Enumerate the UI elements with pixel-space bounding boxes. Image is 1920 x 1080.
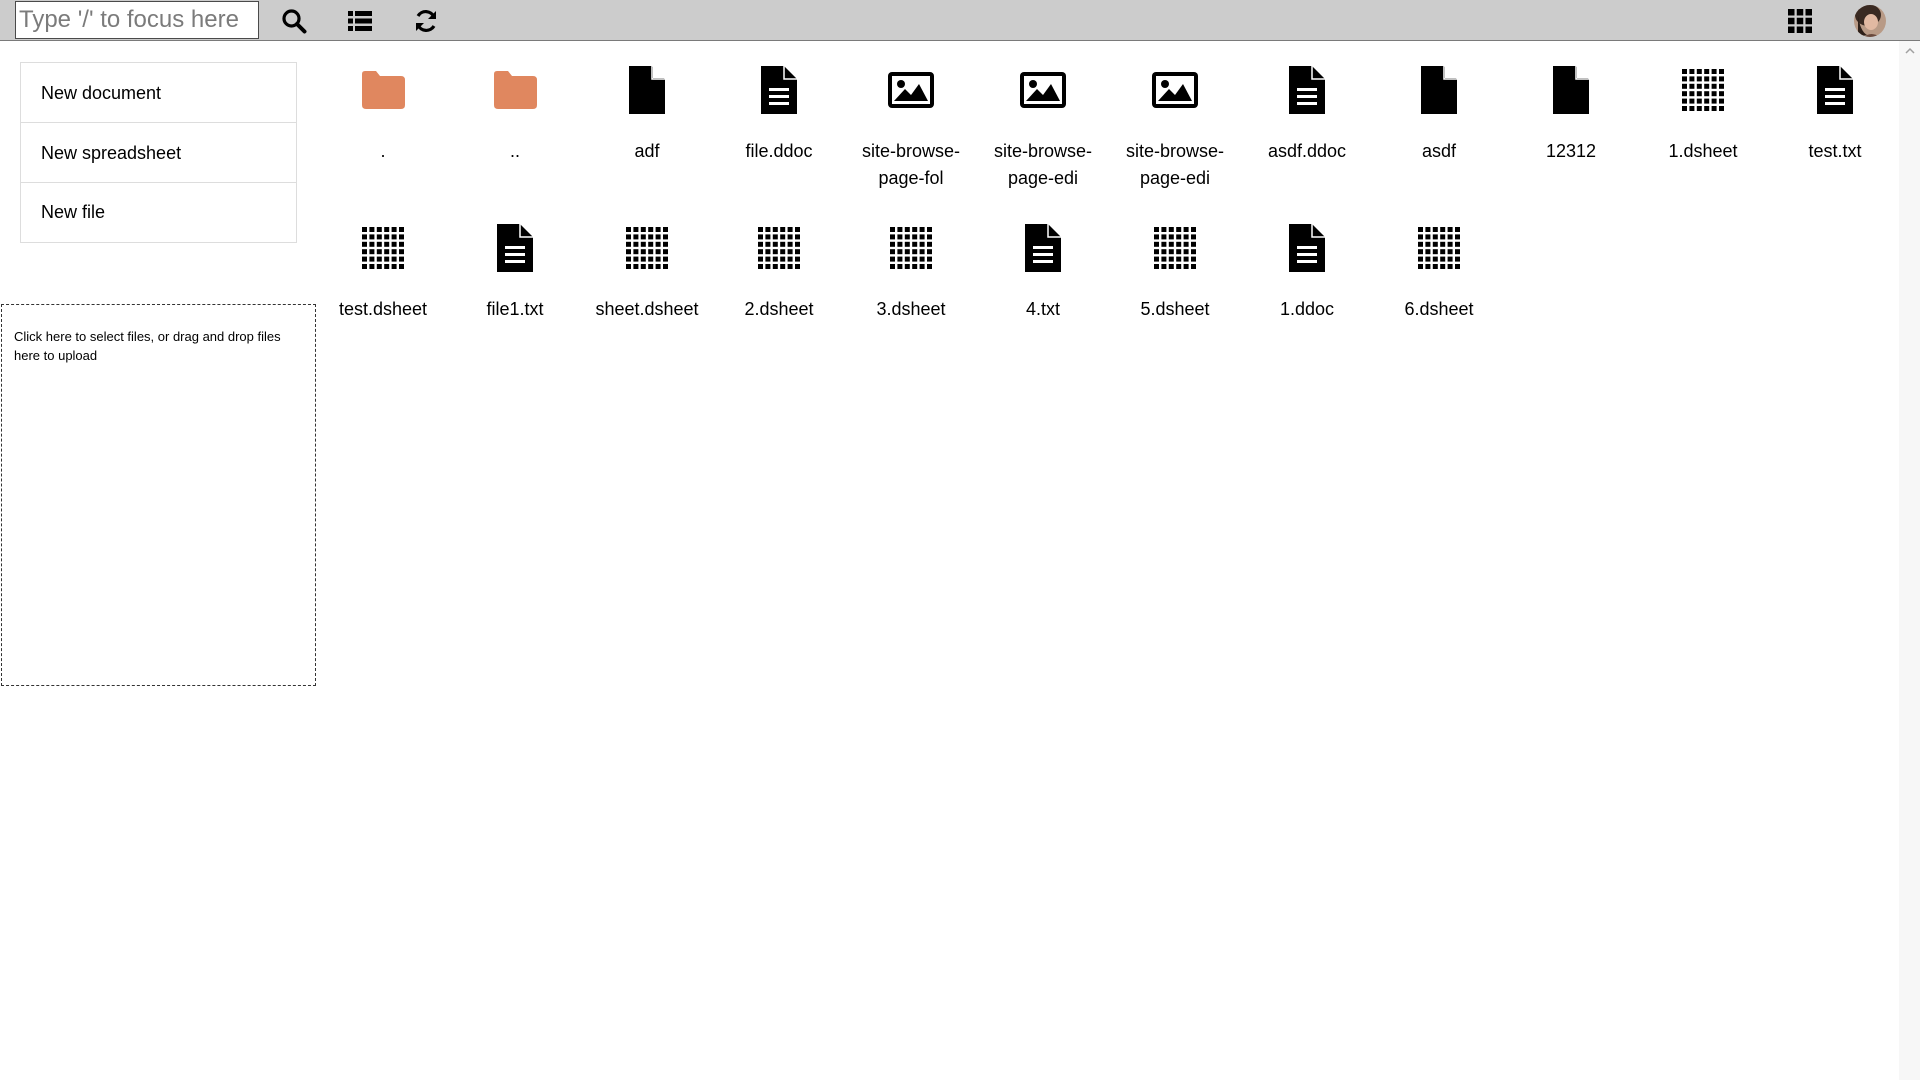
spreadsheet-icon — [1409, 218, 1469, 278]
image-icon — [1145, 60, 1205, 120]
file-name: asdf — [1421, 141, 1457, 161]
search-input[interactable] — [15, 1, 259, 39]
document-icon — [1277, 60, 1337, 120]
file-icon — [1409, 60, 1469, 120]
document-icon — [749, 60, 809, 120]
file-item[interactable]: site-browse-page-edi — [977, 60, 1109, 218]
file-name: .. — [509, 141, 520, 161]
spreadsheet-icon — [1145, 218, 1205, 278]
file-item[interactable]: site-browse-page-fol — [845, 60, 977, 218]
refresh-button[interactable] — [410, 5, 442, 37]
file-name: test.dsheet — [338, 299, 428, 319]
spreadsheet-icon — [881, 218, 941, 278]
file-name: . — [380, 141, 386, 161]
file-item[interactable]: sheet.dsheet — [581, 218, 713, 376]
file-item[interactable]: 2.dsheet — [713, 218, 845, 376]
file-item[interactable]: . — [317, 60, 449, 218]
file-name: site-browse-page-fol — [861, 141, 961, 188]
file-name: file.ddoc — [745, 141, 813, 161]
file-item[interactable]: 3.dsheet — [845, 218, 977, 376]
file-name: asdf.ddoc — [1267, 141, 1347, 161]
list-view-button[interactable] — [344, 5, 376, 37]
new-document-button[interactable]: New document — [21, 63, 296, 123]
list-icon — [348, 11, 372, 31]
apps-button[interactable] — [1784, 5, 1816, 37]
file-item[interactable]: asdf — [1373, 60, 1505, 218]
image-icon — [1013, 60, 1073, 120]
file-item[interactable]: site-browse-page-edi — [1109, 60, 1241, 218]
spreadsheet-icon — [1673, 60, 1733, 120]
file-grid: ... adf file.ddoc site-browse-page-fol site-… — [317, 60, 1901, 376]
folder-icon — [353, 60, 413, 120]
upload-dropzone[interactable]: Click here to select files, or drag and … — [1, 304, 316, 686]
file-item[interactable]: test.dsheet — [317, 218, 449, 376]
file-name: 6.dsheet — [1404, 299, 1474, 319]
search-button[interactable] — [278, 5, 310, 37]
upload-instructions: Click here to select files, or drag and … — [14, 329, 281, 363]
document-icon — [1805, 60, 1865, 120]
file-item[interactable]: file.ddoc — [713, 60, 845, 218]
file-item[interactable]: .. — [449, 60, 581, 218]
new-item-menu: New document New spreadsheet New file — [20, 62, 297, 243]
file-name: adf — [634, 141, 660, 161]
spreadsheet-icon — [353, 218, 413, 278]
file-name: file1.txt — [486, 299, 544, 319]
file-name: 12312 — [1545, 141, 1597, 161]
document-icon — [1013, 218, 1073, 278]
file-name: 1.ddoc — [1279, 299, 1335, 319]
file-item[interactable]: 12312 — [1505, 60, 1637, 218]
file-name: 1.dsheet — [1668, 141, 1738, 161]
file-item[interactable]: test.txt — [1769, 60, 1901, 218]
file-icon — [1541, 60, 1601, 120]
file-item[interactable]: 1.ddoc — [1241, 218, 1373, 376]
spreadsheet-icon — [617, 218, 677, 278]
file-item[interactable]: file1.txt — [449, 218, 581, 376]
user-avatar-icon — [1854, 5, 1886, 37]
file-name: site-browse-page-edi — [993, 141, 1093, 188]
scrollbar[interactable] — [1899, 41, 1920, 1080]
avatar[interactable] — [1854, 5, 1886, 37]
file-name: sheet.dsheet — [595, 299, 699, 319]
file-name: 2.dsheet — [744, 299, 814, 319]
file-item[interactable]: 5.dsheet — [1109, 218, 1241, 376]
file-name: 4.txt — [1025, 299, 1060, 319]
file-name: site-browse-page-edi — [1125, 141, 1225, 188]
new-spreadsheet-button[interactable]: New spreadsheet — [21, 123, 296, 183]
file-item[interactable]: adf — [581, 60, 713, 218]
file-item[interactable]: 1.dsheet — [1637, 60, 1769, 218]
file-item[interactable]: asdf.ddoc — [1241, 60, 1373, 218]
file-name: test.txt — [1808, 141, 1862, 161]
file-name: 5.dsheet — [1140, 299, 1210, 319]
spreadsheet-icon — [749, 218, 809, 278]
folder-icon — [485, 60, 545, 120]
new-file-button[interactable]: New file — [21, 183, 296, 242]
apps-grid-icon — [1788, 9, 1812, 33]
file-item[interactable]: 6.dsheet — [1373, 218, 1505, 376]
document-icon — [1277, 218, 1337, 278]
search-icon — [282, 9, 307, 34]
top-bar — [0, 0, 1920, 41]
scroll-up-arrow-icon[interactable] — [1905, 47, 1915, 55]
file-icon — [617, 60, 677, 120]
image-icon — [881, 60, 941, 120]
file-name: 3.dsheet — [876, 299, 946, 319]
refresh-icon — [416, 10, 436, 32]
document-icon — [485, 218, 545, 278]
file-item[interactable]: 4.txt — [977, 218, 1109, 376]
